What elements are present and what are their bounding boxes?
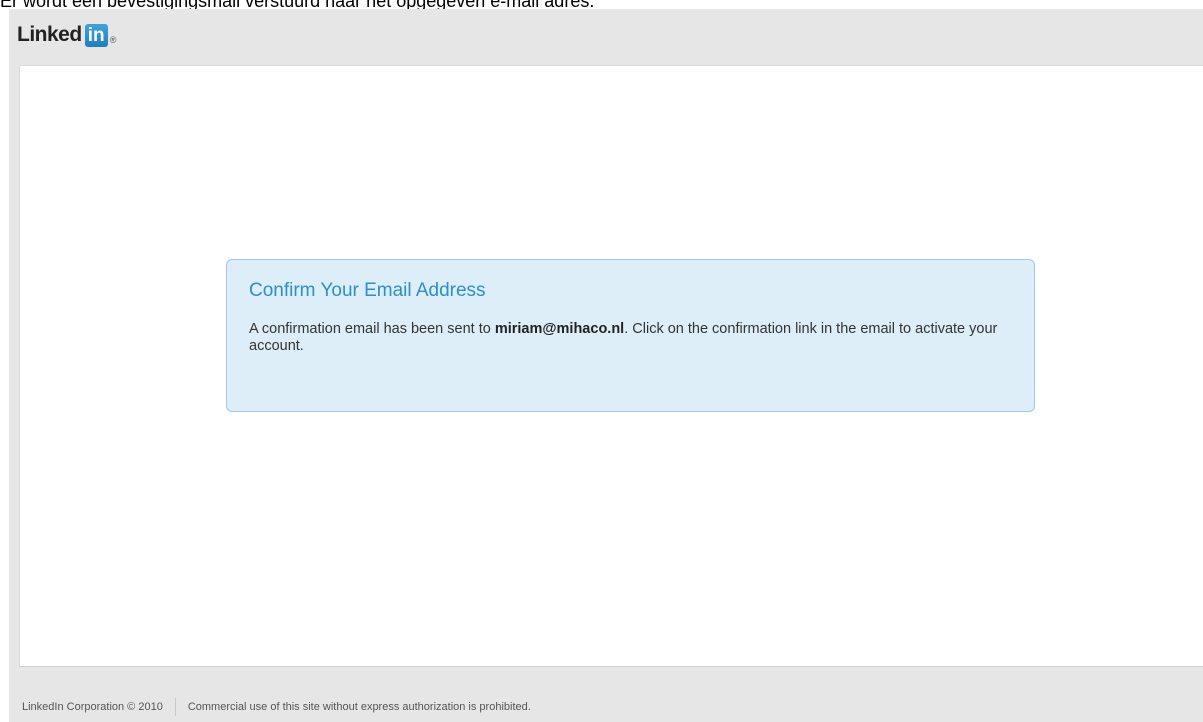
logo-word: Linked	[17, 23, 82, 46]
logo-in-box: in	[84, 23, 108, 47]
notice-title: Confirm Your Email Address	[249, 280, 486, 301]
registered-mark: ®	[109, 35, 117, 45]
footer-copyright: LinkedIn Corporation © 2010	[22, 701, 163, 713]
notice-message: A confirmation email has been sent to mi…	[249, 321, 1009, 355]
footer-notice: Commercial use of this site without expr…	[187, 701, 531, 713]
notice-text-before: A confirmation email has been sent to	[249, 321, 495, 337]
footer: LinkedIn Corporation © 2010 Commercial u…	[22, 697, 531, 717]
linkedin-logo[interactable]: Linked in ®	[17, 22, 116, 48]
main-content: Confirm Your Email Address A confirmatio…	[19, 65, 1203, 667]
notice-email: miriam@mihaco.nl	[494, 321, 625, 337]
confirmation-notice: Confirm Your Email Address A confirmatio…	[226, 259, 1035, 412]
footer-divider	[174, 698, 176, 716]
